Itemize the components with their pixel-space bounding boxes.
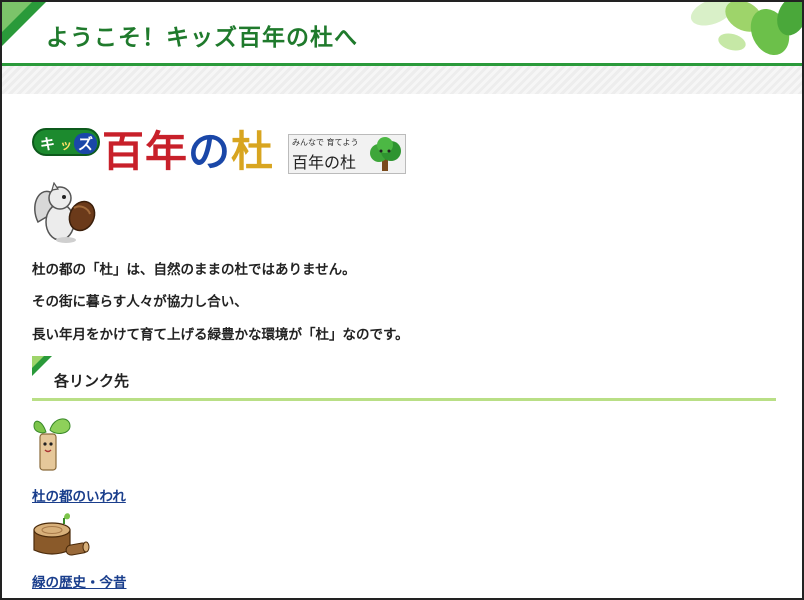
links-section-header: 各リンク先	[32, 356, 776, 404]
tree-stump-icon	[33, 513, 90, 556]
intro-line-1: 杜の都の「杜」は、自然のままの杜ではありません。	[32, 262, 356, 278]
logo-tag-slogan: みんなで 育てよう	[292, 138, 359, 147]
header-corner-accent	[2, 2, 32, 32]
kids-hyakunen-logo: キ ッ ズ 百年の杜 みんなで 育てよう 百年の杜	[32, 120, 412, 178]
intro-line-2: その街に暮らす人々が協力し合い、	[32, 294, 248, 310]
tree-icon	[370, 137, 401, 171]
intro-line-3: 長い年月をかけて育て上げる緑豊かな環境が「杜」なのです。	[32, 327, 409, 343]
logo-main-text: 百年の杜	[102, 127, 275, 176]
section-underline	[32, 398, 776, 401]
leaves-decoration-icon	[690, 2, 802, 56]
page-frame: ようこそ！キッズ百年の杜へ キ ッ ズ 百年の杜 みんなで 育てよう 百年の杜	[0, 0, 804, 600]
squirrel-mascot-icon	[34, 182, 96, 243]
sprout-character-icon	[33, 418, 71, 471]
link-greenery-history[interactable]: 緑の歴史・今昔	[32, 571, 127, 591]
section-heading: 各リンク先	[54, 372, 130, 390]
link-mori-no-miyako-origin[interactable]: 杜の都のいわれ	[32, 485, 126, 505]
section-corner-accent	[32, 356, 44, 368]
page-header: ようこそ！キッズ百年の杜へ	[2, 2, 802, 66]
header-stripe-band	[2, 66, 802, 94]
logo-tag-name: 百年の杜	[292, 153, 357, 172]
kids-badge: キ ッ ズ	[32, 128, 100, 156]
logo-tag: みんなで 育てよう 百年の杜	[288, 134, 406, 174]
page-title: ようこそ！キッズ百年の杜へ	[46, 25, 358, 51]
